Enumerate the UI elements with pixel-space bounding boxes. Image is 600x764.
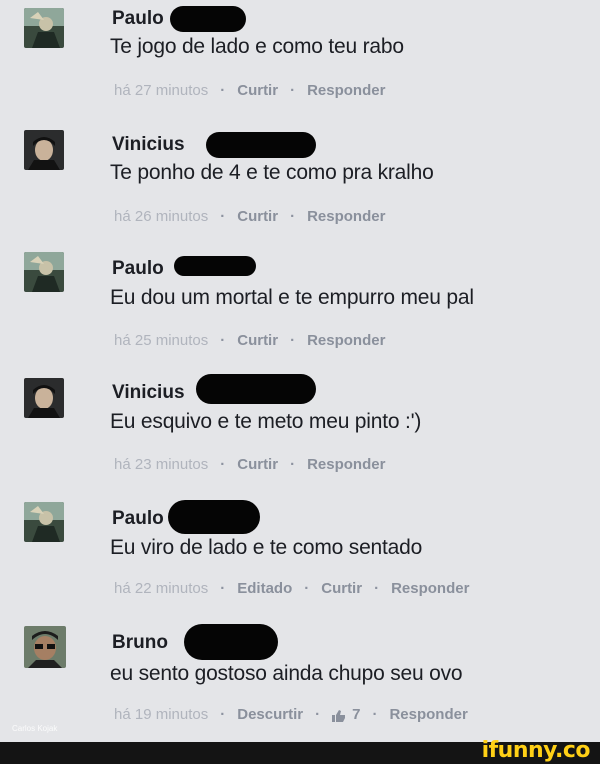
comment-author[interactable]: Vinicius [112,382,185,404]
redaction-mark [184,624,278,660]
reply-link[interactable]: Responder [389,706,467,723]
comment-actions: há 25 minutos · Curtir · Responder [114,332,385,349]
reply-link[interactable]: Responder [307,456,385,473]
like-count[interactable]: 7 [332,706,360,723]
comment-author[interactable]: Bruno [112,632,168,654]
comment-author[interactable]: Paulo [112,508,164,530]
comment-time[interactable]: há 26 minutos [114,208,208,225]
comment-actions: há 23 minutos · Curtir · Responder [114,456,385,473]
comment-text: Te ponho de 4 e te como pra kralho [110,161,434,184]
comment: Paulo Eu viro de lado e te como sentado … [0,496,600,620]
comment-actions: há 22 minutos · Editado · Curtir · Respo… [114,580,469,597]
separator: · [220,332,226,349]
comment: Paulo Te jogo de lado e como teu rabo há… [0,0,600,124]
separator: · [290,456,296,473]
separator: · [220,580,226,597]
comment-time[interactable]: há 23 minutos [114,456,208,473]
separator: · [304,580,310,597]
unlike-link[interactable]: Descurtir [237,706,303,723]
like-link[interactable]: Curtir [237,456,278,473]
like-count-value: 7 [352,706,361,723]
comment: Bruno eu sento gostoso ainda chupo seu o… [0,620,600,744]
avatar[interactable] [24,626,66,668]
separator: · [220,208,226,225]
edited-label[interactable]: Editado [237,580,292,597]
footer-bar: ifunny.co [0,738,600,764]
redaction-mark [174,256,256,276]
redaction-mark [168,500,260,534]
comment-thread: Paulo Te jogo de lado e como teu rabo há… [0,0,600,742]
comment: Vinicius Eu esquivo e te meto meu pinto … [0,372,600,496]
comment-text: Te jogo de lado e como teu rabo [110,35,404,58]
watermark-credit: Carlos Kojak [12,724,58,733]
thumbs-up-icon [332,709,346,722]
separator: · [220,456,226,473]
reply-link[interactable]: Responder [307,332,385,349]
ifunny-logo[interactable]: ifunny.co [482,738,591,763]
comment: Vinicius Te ponho de 4 e te como pra kra… [0,124,600,248]
comment-time[interactable]: há 19 minutos [114,706,208,723]
like-link[interactable]: Curtir [237,332,278,349]
redaction-mark [196,374,316,404]
separator: · [290,332,296,349]
avatar[interactable] [24,130,64,170]
comment-time[interactable]: há 22 minutos [114,580,208,597]
comment-actions: há 19 minutos · Descurtir · 7 · Responde… [114,706,468,723]
comment-time[interactable]: há 27 minutos [114,82,208,99]
separator: · [290,82,296,99]
avatar[interactable] [24,378,64,418]
comment-time[interactable]: há 25 minutos [114,332,208,349]
separator: · [220,82,226,99]
comment-text: eu sento gostoso ainda chupo seu ovo [110,662,463,685]
separator: · [374,580,380,597]
separator: · [315,706,321,723]
comment-text: Eu viro de lado e te como sentado [110,536,423,559]
separator: · [220,706,226,723]
separator: · [372,706,378,723]
comment-author[interactable]: Paulo [112,8,164,30]
comment-actions: há 27 minutos · Curtir · Responder [114,82,385,99]
like-link[interactable]: Curtir [321,580,362,597]
reply-link[interactable]: Responder [307,82,385,99]
comment-text: Eu dou um mortal e te empurro meu pal [110,286,474,309]
comment-text: Eu esquivo e te meto meu pinto :') [110,410,422,433]
reply-link[interactable]: Responder [307,208,385,225]
redaction-mark [206,132,316,158]
comment-author[interactable]: Paulo [112,258,164,280]
comment: Paulo Eu dou um mortal e te empurro meu … [0,248,600,372]
like-link[interactable]: Curtir [237,82,278,99]
avatar[interactable] [24,502,64,542]
like-link[interactable]: Curtir [237,208,278,225]
comment-actions: há 26 minutos · Curtir · Responder [114,208,385,225]
avatar[interactable] [24,252,64,292]
separator: · [290,208,296,225]
reply-link[interactable]: Responder [391,580,469,597]
redaction-mark [170,6,246,32]
comment-author[interactable]: Vinicius [112,134,185,156]
avatar[interactable] [24,8,64,48]
